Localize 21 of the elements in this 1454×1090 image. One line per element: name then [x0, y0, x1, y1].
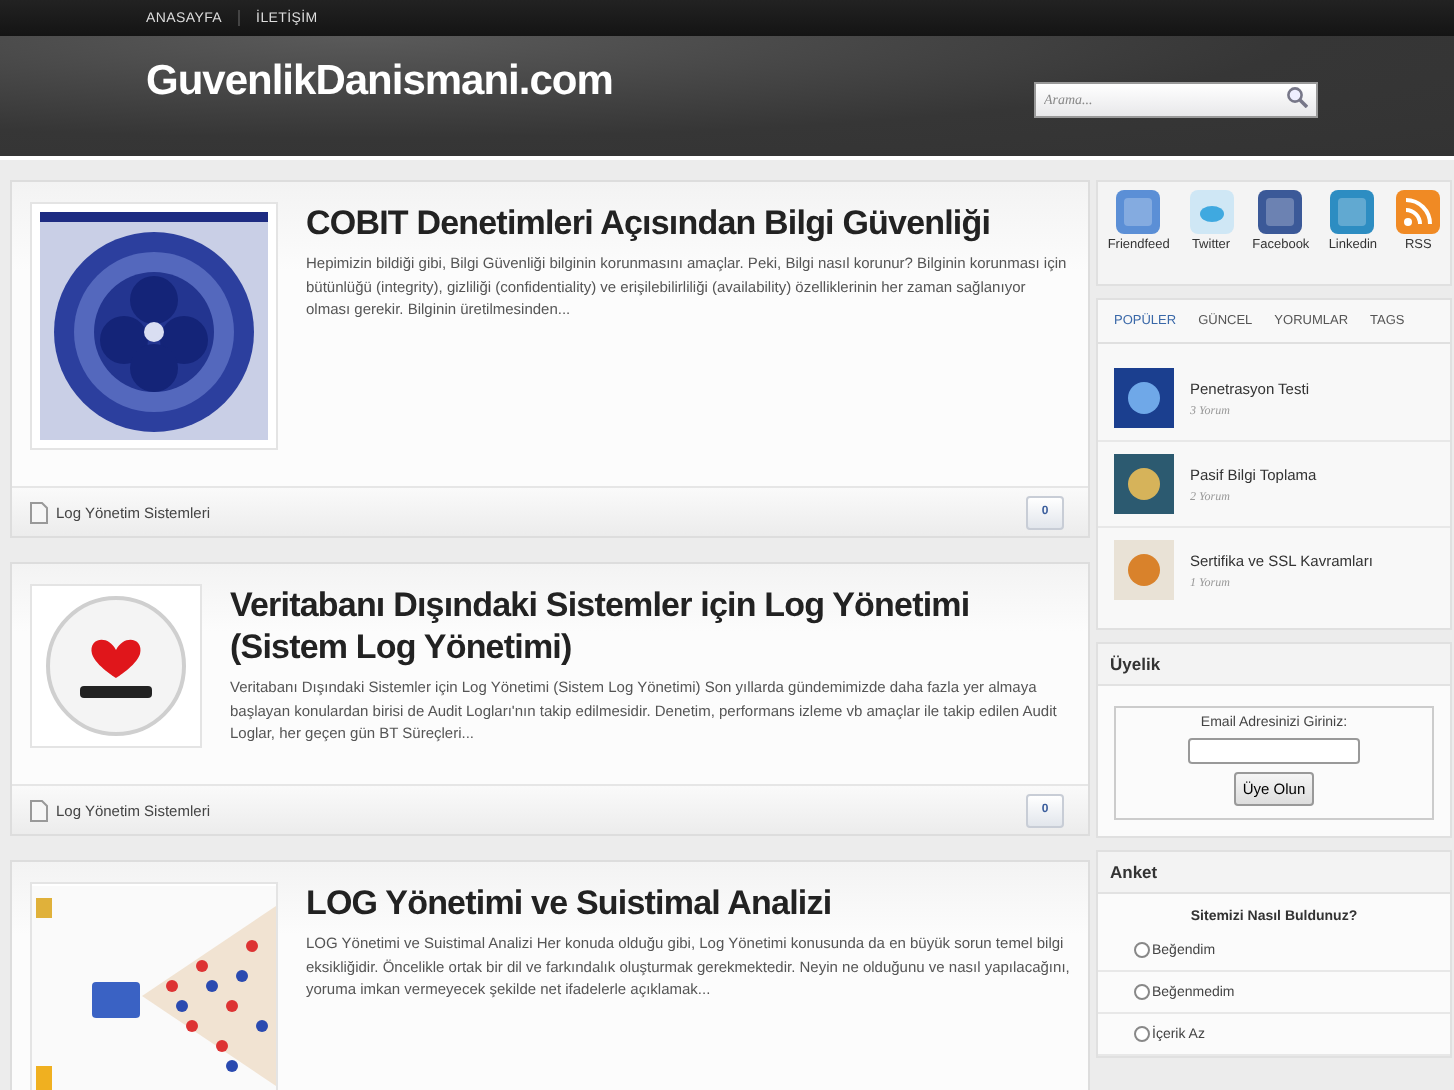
article-thumbnail[interactable] — [1114, 540, 1174, 600]
post-title[interactable]: LOG Yönetimi ve Suistimal Analizi — [306, 882, 1072, 924]
square-logo-icon — [1258, 190, 1303, 234]
post-title[interactable]: COBIT Denetimleri Açısından Bilgi Güvenliği — [306, 202, 1072, 244]
widget-title: Anket — [1098, 852, 1450, 894]
email-field[interactable] — [1188, 738, 1360, 764]
article-thumbnail[interactable] — [1114, 454, 1174, 514]
widget-title: Üyelik — [1098, 644, 1450, 686]
article-thumbnail[interactable] — [1114, 368, 1174, 428]
site-title[interactable]: GuvenlikDanismani.com — [146, 58, 613, 106]
radio-button[interactable] — [1134, 984, 1150, 1000]
square-logo-icon — [1330, 190, 1375, 234]
bird-icon — [1189, 190, 1234, 234]
square-logo-icon — [1116, 190, 1161, 234]
document-icon — [30, 501, 48, 523]
radio-button[interactable] — [1134, 1026, 1150, 1042]
document-icon — [30, 799, 48, 821]
rss-icon — [1396, 190, 1441, 234]
search-icon[interactable] — [1286, 86, 1308, 108]
radio-button[interactable] — [1134, 942, 1150, 958]
post-title[interactable]: Veritabanı Dışındaki Sistemler için Log Yönetimi (Sistem Log Yönetimi) — [230, 584, 1072, 668]
